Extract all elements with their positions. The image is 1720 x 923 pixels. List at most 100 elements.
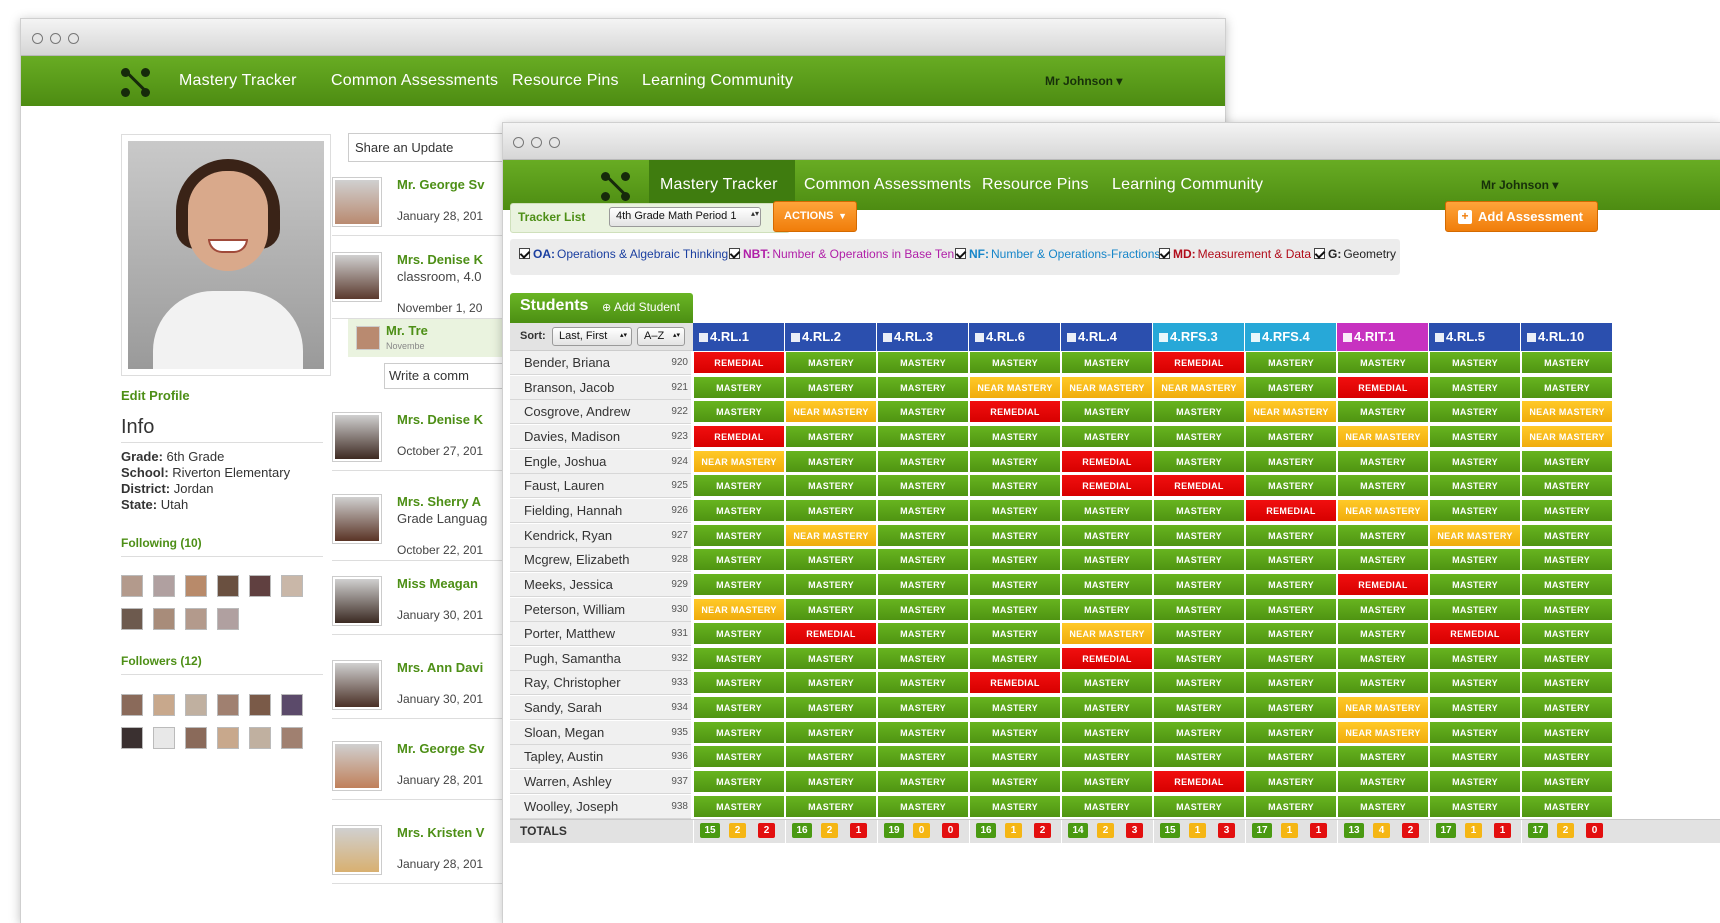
student-row[interactable]: Tapley, Austin 936 bbox=[510, 745, 691, 770]
mastery-cell[interactable]: MASTERY bbox=[1153, 498, 1245, 522]
avatar[interactable] bbox=[281, 727, 303, 749]
mastery-cell[interactable]: MASTERY bbox=[693, 770, 785, 794]
avatar[interactable] bbox=[217, 608, 239, 630]
mastery-cell[interactable]: MASTERY bbox=[969, 696, 1061, 720]
mastery-cell[interactable]: MASTERY bbox=[877, 351, 969, 374]
mastery-cell[interactable]: REMEDIAL bbox=[1061, 646, 1153, 670]
author-avatar[interactable] bbox=[332, 252, 382, 302]
avatar[interactable] bbox=[121, 608, 143, 630]
mastery-cell[interactable]: MASTERY bbox=[1337, 745, 1429, 769]
mastery-cell[interactable]: MASTERY bbox=[1521, 498, 1613, 522]
column-checkbox-icon[interactable] bbox=[1435, 333, 1444, 342]
checkbox-checked-icon[interactable] bbox=[955, 248, 966, 259]
mastery-cell[interactable]: MASTERY bbox=[877, 646, 969, 670]
mastery-cell[interactable]: MASTERY bbox=[1245, 474, 1337, 498]
mastery-cell[interactable]: MASTERY bbox=[877, 622, 969, 646]
app-logo-icon[interactable] bbox=[121, 68, 151, 98]
student-row[interactable]: Meeks, Jessica 929 bbox=[510, 572, 691, 597]
mastery-cell[interactable]: MASTERY bbox=[1061, 548, 1153, 572]
mastery-cell[interactable]: MASTERY bbox=[1337, 794, 1429, 818]
mastery-cell[interactable]: MASTERY bbox=[1337, 646, 1429, 670]
mastery-cell[interactable]: MASTERY bbox=[1153, 745, 1245, 769]
mastery-cell[interactable]: REMEDIAL bbox=[969, 671, 1061, 695]
mastery-cell[interactable]: MASTERY bbox=[1429, 548, 1521, 572]
add-student-button[interactable]: ⊕ Add Student bbox=[602, 300, 680, 314]
mastery-cell[interactable]: MASTERY bbox=[1521, 351, 1613, 374]
mastery-cell[interactable]: MASTERY bbox=[1153, 449, 1245, 473]
mastery-cell[interactable]: MASTERY bbox=[1429, 597, 1521, 621]
mastery-cell[interactable]: MASTERY bbox=[969, 523, 1061, 547]
mastery-cell[interactable]: MASTERY bbox=[1521, 375, 1613, 399]
mastery-cell[interactable]: MASTERY bbox=[1337, 474, 1429, 498]
author-avatar[interactable] bbox=[332, 494, 382, 544]
mastery-cell[interactable]: MASTERY bbox=[1153, 424, 1245, 448]
checkbox-checked-icon[interactable] bbox=[729, 248, 740, 259]
mastery-cell[interactable]: MASTERY bbox=[1429, 424, 1521, 448]
mastery-cell[interactable]: MASTERY bbox=[1429, 720, 1521, 744]
mastery-cell[interactable]: MASTERY bbox=[1521, 474, 1613, 498]
mastery-cell[interactable]: MASTERY bbox=[1337, 671, 1429, 695]
mastery-cell[interactable]: MASTERY bbox=[877, 794, 969, 818]
mastery-cell[interactable]: MASTERY bbox=[1429, 474, 1521, 498]
minimize-window-button[interactable] bbox=[531, 137, 542, 148]
avatar[interactable] bbox=[185, 694, 207, 716]
mastery-cell[interactable]: MASTERY bbox=[1337, 523, 1429, 547]
mastery-cell[interactable]: MASTERY bbox=[1153, 696, 1245, 720]
column-checkbox-icon[interactable] bbox=[1067, 333, 1076, 342]
mastery-cell[interactable]: MASTERY bbox=[693, 375, 785, 399]
mastery-cell[interactable]: MASTERY bbox=[969, 498, 1061, 522]
feed-author[interactable]: Mrs. Denise K bbox=[397, 412, 483, 427]
mastery-cell[interactable]: NEAR MASTERY bbox=[1245, 400, 1337, 424]
nav-resource-pins[interactable]: Resource Pins bbox=[982, 160, 1089, 210]
mastery-cell[interactable]: MASTERY bbox=[1061, 523, 1153, 547]
student-row[interactable]: Mcgrew, Elizabeth 928 bbox=[510, 548, 691, 573]
mastery-cell[interactable]: MASTERY bbox=[1245, 523, 1337, 547]
mastery-cell[interactable]: MASTERY bbox=[1521, 720, 1613, 744]
student-row[interactable]: Faust, Lauren 925 bbox=[510, 474, 691, 499]
student-row[interactable]: Peterson, William 930 bbox=[510, 597, 691, 622]
feed-author[interactable]: Mr. George Sv bbox=[397, 177, 484, 192]
reply-author[interactable]: Mr. Tre bbox=[386, 323, 428, 338]
category-filter[interactable]: NBT: Number & Operations in Base Ten bbox=[729, 247, 954, 261]
column-checkbox-icon[interactable] bbox=[1527, 333, 1536, 342]
author-avatar[interactable] bbox=[332, 177, 382, 227]
student-row[interactable]: Ray, Christopher 933 bbox=[510, 671, 691, 696]
mastery-cell[interactable]: MASTERY bbox=[877, 449, 969, 473]
category-filter[interactable]: OA: Operations & Algebraic Thinking bbox=[519, 247, 728, 261]
mastery-cell[interactable]: MASTERY bbox=[877, 474, 969, 498]
add-assessment-button[interactable]: + Add Assessment bbox=[1445, 201, 1598, 232]
mastery-cell[interactable]: MASTERY bbox=[785, 572, 877, 596]
student-row[interactable]: Fielding, Hannah 926 bbox=[510, 498, 691, 523]
mastery-cell[interactable]: MASTERY bbox=[969, 351, 1061, 374]
mastery-cell[interactable]: MASTERY bbox=[1337, 400, 1429, 424]
column-checkbox-icon[interactable] bbox=[1343, 333, 1352, 342]
mastery-cell[interactable]: MASTERY bbox=[785, 548, 877, 572]
mastery-cell[interactable]: MASTERY bbox=[1153, 671, 1245, 695]
avatar[interactable] bbox=[217, 694, 239, 716]
mastery-cell[interactable]: MASTERY bbox=[1061, 498, 1153, 522]
mastery-cell[interactable]: MASTERY bbox=[1521, 696, 1613, 720]
mastery-cell[interactable]: MASTERY bbox=[877, 424, 969, 448]
mastery-cell[interactable]: REMEDIAL bbox=[1061, 474, 1153, 498]
assessment-column-header[interactable]: 4.RL.5 bbox=[1429, 323, 1521, 351]
mastery-cell[interactable]: REMEDIAL bbox=[693, 424, 785, 448]
mastery-cell[interactable]: REMEDIAL bbox=[1429, 622, 1521, 646]
mastery-cell[interactable]: MASTERY bbox=[1337, 597, 1429, 621]
mastery-cell[interactable]: MASTERY bbox=[1061, 424, 1153, 448]
mastery-cell[interactable]: MASTERY bbox=[1521, 449, 1613, 473]
student-row[interactable]: Warren, Ashley 937 bbox=[510, 770, 691, 795]
mastery-cell[interactable]: NEAR MASTERY bbox=[969, 375, 1061, 399]
mastery-cell[interactable]: MASTERY bbox=[693, 794, 785, 818]
mastery-cell[interactable]: MASTERY bbox=[1153, 400, 1245, 424]
author-avatar[interactable] bbox=[332, 741, 382, 791]
mastery-cell[interactable]: MASTERY bbox=[1153, 794, 1245, 818]
mastery-cell[interactable]: MASTERY bbox=[1429, 498, 1521, 522]
mastery-cell[interactable]: REMEDIAL bbox=[969, 400, 1061, 424]
mastery-cell[interactable]: MASTERY bbox=[1061, 720, 1153, 744]
mastery-cell[interactable]: MASTERY bbox=[1245, 449, 1337, 473]
mastery-cell[interactable]: MASTERY bbox=[1521, 523, 1613, 547]
following-heading[interactable]: Following (10) bbox=[121, 536, 202, 550]
mastery-cell[interactable]: NEAR MASTERY bbox=[785, 400, 877, 424]
mastery-cell[interactable]: MASTERY bbox=[785, 745, 877, 769]
maximize-window-button[interactable] bbox=[549, 137, 560, 148]
